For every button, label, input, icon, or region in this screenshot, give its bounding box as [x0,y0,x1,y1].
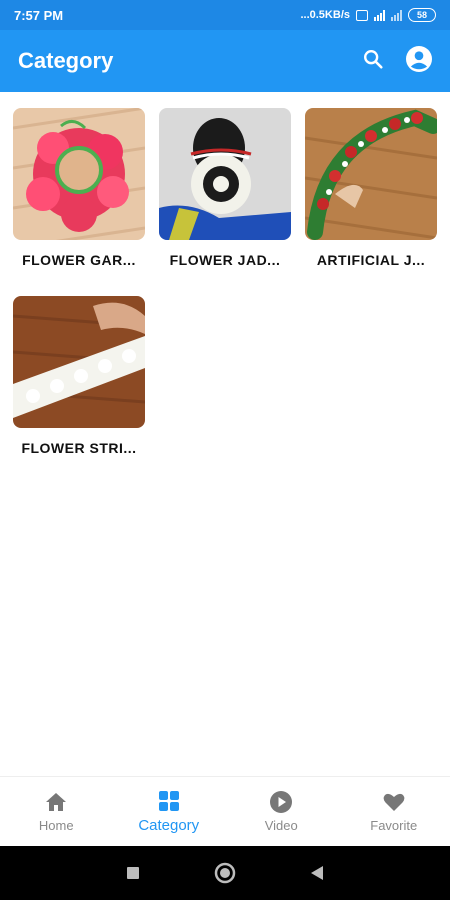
category-card-flower-garland[interactable]: FLOWER GAR... [13,108,145,268]
volte-icon [356,9,368,21]
category-card-artificial-jada[interactable]: ARTIFICIAL J... [305,108,437,268]
home-icon [46,793,67,811]
signal-icon [374,9,385,21]
system-navigation-bar [0,846,450,900]
category-card-flower-jada[interactable]: FLOWER JAD... [159,108,291,268]
battery-level: 58 [416,10,427,20]
nav-favorite[interactable]: Favorite [338,777,450,846]
home-button-icon[interactable] [214,862,236,884]
play-icon [270,791,293,813]
signal-icon-2 [391,9,402,21]
app-bar: Category [0,30,450,92]
recent-apps-icon[interactable] [126,866,140,880]
status-bar: 7:57 PM ...0.5KB/s 58 [0,0,450,30]
nav-home[interactable]: Home [0,777,113,846]
battery-icon: 58 [408,8,436,22]
page-title: Category [18,48,114,73]
category-image-garland [13,108,145,240]
grid-icon [158,791,179,811]
status-time: 7:57 PM [14,7,64,23]
back-icon[interactable] [310,865,324,881]
account-icon[interactable] [406,45,432,77]
status-icons: ...0.5KB/s 58 [300,8,436,22]
nav-favorite-label: Favorite [370,818,418,833]
nav-video[interactable]: Video [225,777,338,846]
category-image-artificial [305,108,437,240]
nav-category[interactable]: Category [113,777,226,846]
search-icon[interactable] [362,48,384,75]
nav-home-label: Home [38,818,74,833]
category-card-flower-string[interactable]: FLOWER STRI... [13,296,145,456]
category-image-string [13,296,145,428]
nav-video-label: Video [264,818,298,833]
category-image-jada [159,108,291,240]
bottom-navigation: Home Category Video Favorite [0,776,450,846]
category-label: FLOWER GAR... [22,252,136,268]
nav-category-label: Category [138,817,200,834]
category-label: FLOWER STRI... [21,440,137,456]
heart-icon [383,793,405,811]
category-label: FLOWER JAD... [169,252,281,268]
category-label: ARTIFICIAL J... [316,252,426,268]
network-speed: ...0.5KB/s [300,9,350,21]
